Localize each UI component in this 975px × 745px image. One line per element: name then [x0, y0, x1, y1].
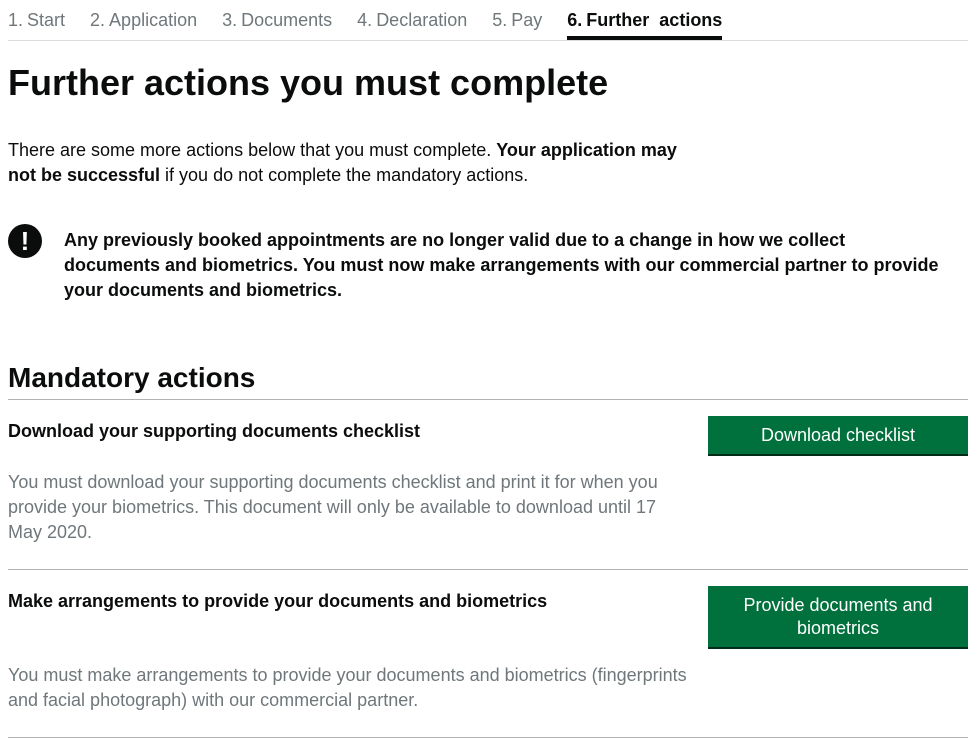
intro-text: There are some more actions below that y… — [8, 140, 677, 185]
page-title: Further actions you must complete — [8, 62, 609, 103]
step-navigation: 1. Start 2. Application 3. Documents 4. Decl… — [8, 0, 968, 41]
step-declaration[interactable]: 4. Declaration — [357, 0, 467, 41]
step-further-actions[interactable]: 6. Further actions — [567, 0, 723, 40]
divider — [8, 399, 968, 400]
section-title: Mandatory actions — [8, 362, 256, 393]
divider — [8, 569, 968, 570]
divider — [8, 737, 968, 738]
download-checklist-button[interactable]: Download checklist — [708, 416, 968, 454]
step-pay[interactable]: 5. Pay — [492, 0, 542, 41]
action-title-biometrics: Make arrangements to provide your docume… — [8, 591, 548, 611]
step-application[interactable]: 2. Application — [90, 0, 197, 41]
step-documents[interactable]: 3. Documents — [222, 0, 332, 41]
action-title-checklist: Download your supporting documents check… — [8, 421, 421, 441]
step-start[interactable]: 1. Start — [8, 0, 65, 41]
warning-text: Any previously booked appointments are n… — [64, 230, 939, 300]
action-description-biometrics: You must make arrangements to provide yo… — [8, 665, 687, 710]
provide-biometrics-button[interactable]: Provide documents and biometrics — [708, 586, 968, 647]
action-description-checklist: You must download your supporting docume… — [8, 472, 658, 542]
warning-icon: ! — [8, 224, 42, 258]
